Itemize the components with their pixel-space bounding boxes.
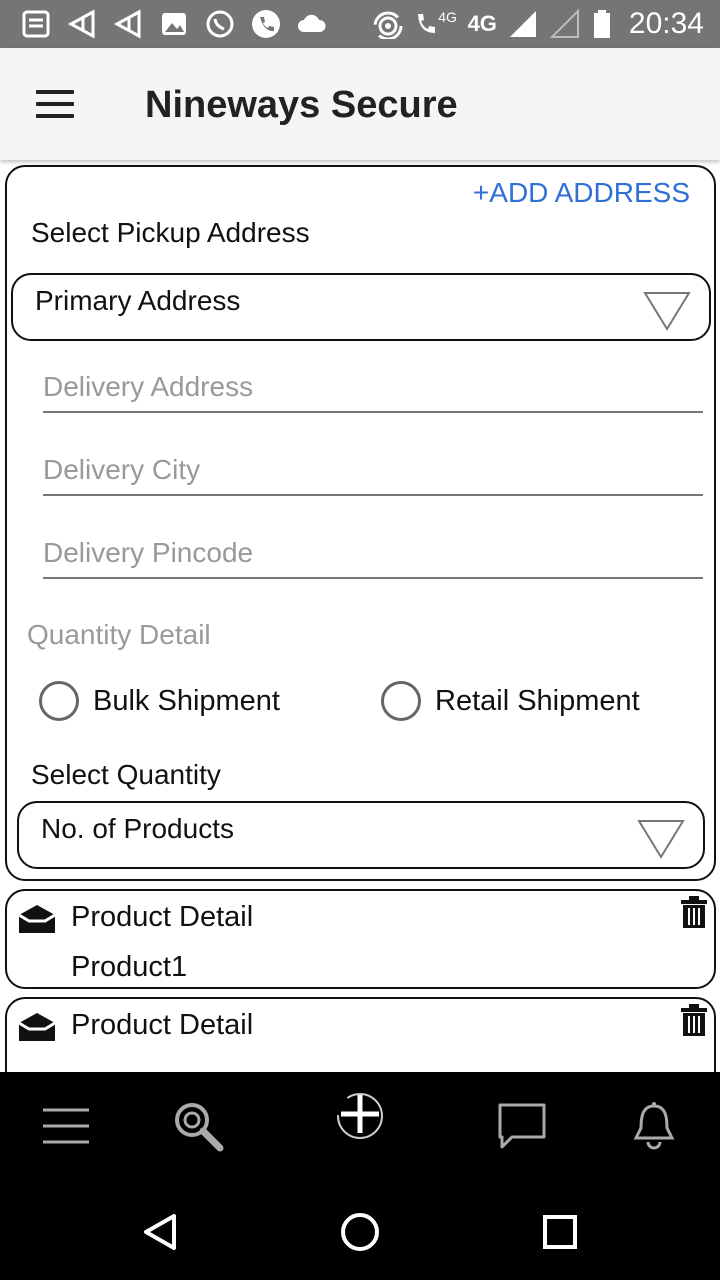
bell-icon[interactable] — [624, 1096, 684, 1156]
volte-call-icon: 4G — [414, 8, 458, 40]
pickup-address-select[interactable]: Primary Address — [11, 273, 711, 341]
phone-icon — [250, 8, 282, 40]
product-card-title: Product Detail — [71, 901, 254, 933]
app-bar: Nineways Secure — [0, 48, 720, 160]
retail-shipment-label: Retail Shipment — [435, 684, 640, 717]
pickup-form-card: +ADD ADDRESS Select Pickup Address Prima… — [5, 165, 716, 881]
signal-icon — [507, 8, 539, 40]
quantity-value: No. of Products — [41, 813, 234, 844]
trash-icon[interactable] — [680, 1003, 708, 1037]
retail-shipment-radio[interactable]: Retail Shipment — [381, 681, 640, 721]
bulk-shipment-label: Bulk Shipment — [93, 684, 280, 717]
notes-icon — [20, 8, 52, 40]
network-small-label: 4G — [438, 9, 457, 25]
delivery-address-input[interactable] — [43, 353, 703, 403]
dropdown-triangle-icon — [643, 292, 691, 331]
bulk-shipment-radio[interactable]: Bulk Shipment — [39, 681, 280, 721]
bottom-nav — [0, 1072, 720, 1180]
recents-icon[interactable] — [538, 1210, 582, 1254]
pickup-address-value: Primary Address — [35, 285, 241, 316]
delivery-address-field[interactable] — [43, 353, 703, 413]
product-name: Product1 — [71, 951, 188, 983]
pickup-address-label: Select Pickup Address — [31, 217, 310, 248]
delivery-pincode-field[interactable] — [43, 519, 703, 579]
cloud-icon — [296, 8, 328, 40]
delivery-pincode-input[interactable] — [43, 519, 703, 569]
product-box-icon — [18, 905, 56, 933]
delivery-city-field[interactable] — [43, 436, 703, 496]
radio-unchecked-icon — [381, 681, 421, 721]
page-title: Nineways Secure — [145, 84, 458, 126]
signal-empty-icon — [549, 8, 581, 40]
send-icon-2 — [112, 8, 144, 40]
search-icon[interactable] — [168, 1096, 228, 1156]
menu-icon[interactable] — [36, 1096, 96, 1156]
product-card[interactable]: Product Detail Product1 — [5, 889, 716, 989]
network-label: 4G — [467, 11, 497, 36]
product-box-icon — [18, 1013, 56, 1041]
add-icon[interactable] — [330, 1086, 390, 1146]
add-address-button[interactable]: +ADD ADDRESS — [473, 177, 690, 209]
back-icon[interactable] — [138, 1210, 182, 1254]
dropdown-triangle-icon — [637, 820, 685, 859]
battery-icon — [591, 8, 613, 40]
home-icon[interactable] — [338, 1210, 382, 1254]
image-icon — [158, 8, 190, 40]
quantity-select[interactable]: No. of Products — [17, 801, 705, 869]
quantity-detail-label: Quantity Detail — [27, 619, 211, 650]
hotspot-icon — [372, 8, 404, 40]
chat-icon[interactable] — [492, 1096, 552, 1156]
select-quantity-label: Select Quantity — [31, 759, 221, 790]
radio-unchecked-icon — [39, 681, 79, 721]
send-icon — [66, 8, 98, 40]
clock: 20:34 — [628, 7, 704, 40]
status-bar: 4G 4G 20:34 — [0, 0, 720, 48]
delivery-city-input[interactable] — [43, 436, 703, 486]
whatsapp-icon — [204, 8, 236, 40]
hamburger-icon[interactable] — [36, 90, 76, 120]
product-card-title: Product Detail — [71, 1009, 254, 1041]
trash-icon[interactable] — [680, 895, 708, 929]
system-nav-bar — [0, 1180, 720, 1280]
